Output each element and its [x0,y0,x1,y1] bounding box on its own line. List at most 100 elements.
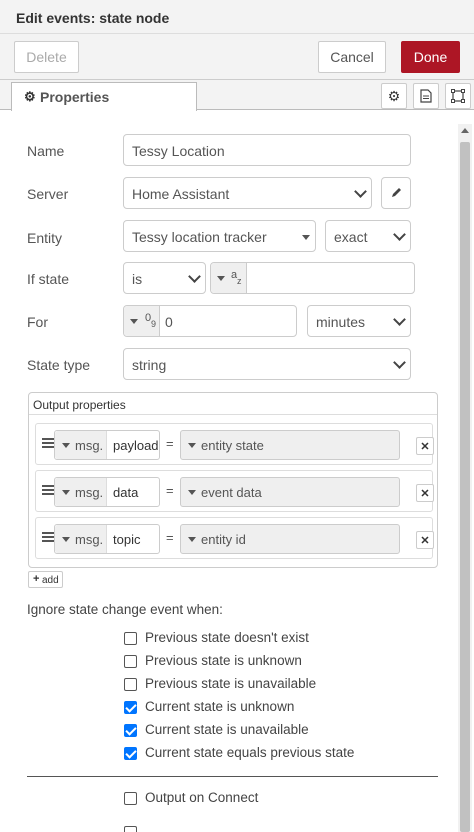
entity-combobox[interactable]: Tessy location tracker [123,220,316,252]
type-selector[interactable]: a z [211,263,247,293]
checkbox-label: Current state equals previous state [145,745,355,760]
checkbox-current-state-unknown[interactable] [124,701,137,714]
chevron-down-icon [188,270,201,283]
chevron-down-icon [354,185,367,198]
checkbox-previous-state-unavailable[interactable] [124,678,137,691]
caret-down-icon [62,490,70,495]
property-name: topic [113,532,141,547]
delete-button[interactable]: Delete [14,41,79,73]
done-button[interactable]: Done [401,41,460,73]
entity-match-select[interactable]: exact [325,220,411,252]
caret-down-icon [62,443,70,448]
checkbox-previous-state-doesnt-exist[interactable] [124,632,137,645]
add-property-button[interactable]: + add [28,571,63,588]
appearance-tab-button[interactable] [445,83,471,109]
checkbox-partially-visible[interactable] [124,826,137,832]
name-value: Tessy Location [132,143,225,159]
checkbox-output-on-connect[interactable] [124,792,137,805]
pencil-icon [392,188,401,197]
type-icon-sub: z [237,276,242,286]
msg-type-selector[interactable]: msg. [55,525,107,553]
close-icon: ✕ [420,440,430,453]
edit-server-button[interactable] [381,177,411,209]
dialog-titlebar: Edit events: state node [0,0,474,34]
caret-down-icon [302,235,310,240]
server-select[interactable]: Home Assistant [123,177,372,209]
divider [27,776,438,777]
file-icon [420,89,432,103]
checkbox-label: Current state is unknown [145,699,295,714]
output-properties-title: Output properties [33,398,126,412]
scrollbar[interactable] [458,124,472,832]
if-state-value-input[interactable]: a z [210,262,415,294]
equals-sign: = [166,530,174,545]
for-unit-select[interactable]: minutes [307,305,411,337]
for-label: For [27,314,48,330]
state-type-value: string [132,357,167,373]
remove-row-button[interactable]: ✕ [416,484,434,502]
action-bar: Delete Cancel Done [0,34,474,80]
drag-handle-icon[interactable] [42,532,54,542]
property-value-select[interactable]: entity state [180,430,400,460]
output-property-row[interactable]: msg. data = event data ✕ [35,470,434,512]
output-property-row[interactable]: msg. payload = entity state ✕ [35,423,434,465]
checkbox-label: Previous state is unavailable [145,676,317,691]
msg-type-selector[interactable]: msg. [55,431,107,459]
tab-properties[interactable]: ⚙ Properties [11,82,197,111]
property-value: event data [201,485,262,500]
remove-row-button[interactable]: ✕ [416,531,434,549]
equals-sign: = [166,436,174,451]
property-value-select[interactable]: entity id [180,524,400,554]
ignore-heading: Ignore state change event when: [27,602,223,617]
property-value-select[interactable]: event data [180,477,400,507]
cancel-button[interactable]: Cancel [318,41,386,73]
output-property-row[interactable]: msg. topic = entity id ✕ [35,517,434,559]
type-selector[interactable]: 0 9 [124,306,160,336]
settings-tab-button[interactable]: ⚙ [381,83,407,109]
for-value-input[interactable]: 0 9 0 [123,305,297,337]
caret-down-icon [217,276,225,281]
property-input[interactable]: msg. data [54,477,160,507]
checkbox-label: Previous state doesn't exist [145,630,309,645]
name-input[interactable]: Tessy Location [123,134,411,166]
msg-prefix: msg. [75,438,104,453]
msg-prefix: msg. [75,532,104,547]
msg-type-selector[interactable]: msg. [55,478,107,506]
description-tab-button[interactable] [413,83,439,109]
remove-row-button[interactable]: ✕ [416,437,434,455]
type-icon-sub: 9 [151,319,157,329]
frame-icon [451,89,465,103]
if-state-operator-select[interactable]: is [123,262,206,294]
caret-down-icon [188,490,196,495]
close-icon: ✕ [420,534,430,547]
checkbox-current-state-unavailable[interactable] [124,724,137,737]
property-input[interactable]: msg. topic [54,524,160,554]
checkbox-current-state-equals-previous[interactable] [124,747,137,760]
scrollbar-thumb[interactable] [460,142,470,832]
output-properties-list: Output properties msg. payload = entity … [28,392,438,568]
property-name: payload [113,438,159,453]
checkbox-label: Output on Connect [145,790,259,805]
caret-down-icon [188,537,196,542]
entity-label: Entity [27,230,63,246]
tab-label: Properties [40,89,110,105]
drag-handle-icon[interactable] [42,485,54,495]
caret-down-icon [62,537,70,542]
server-label: Server [27,186,69,202]
for-value: 0 [165,314,173,330]
plus-icon: + [33,573,40,585]
gear-icon: ⚙ [24,89,36,104]
entity-match-value: exact [334,229,368,245]
scroll-up-icon[interactable] [461,128,469,133]
dialog-title: Edit events: state node [16,10,170,26]
checkbox-previous-state-unknown[interactable] [124,655,137,668]
checkbox-label: Previous state is unknown [145,653,302,668]
state-type-select[interactable]: string [123,348,411,380]
drag-handle-icon[interactable] [42,438,54,448]
add-label: add [42,575,59,586]
chevron-down-icon [393,356,406,369]
gear-icon: ⚙ [387,87,401,104]
chevron-down-icon [393,313,406,326]
property-input[interactable]: msg. payload [54,430,160,460]
property-value: entity id [201,532,246,547]
